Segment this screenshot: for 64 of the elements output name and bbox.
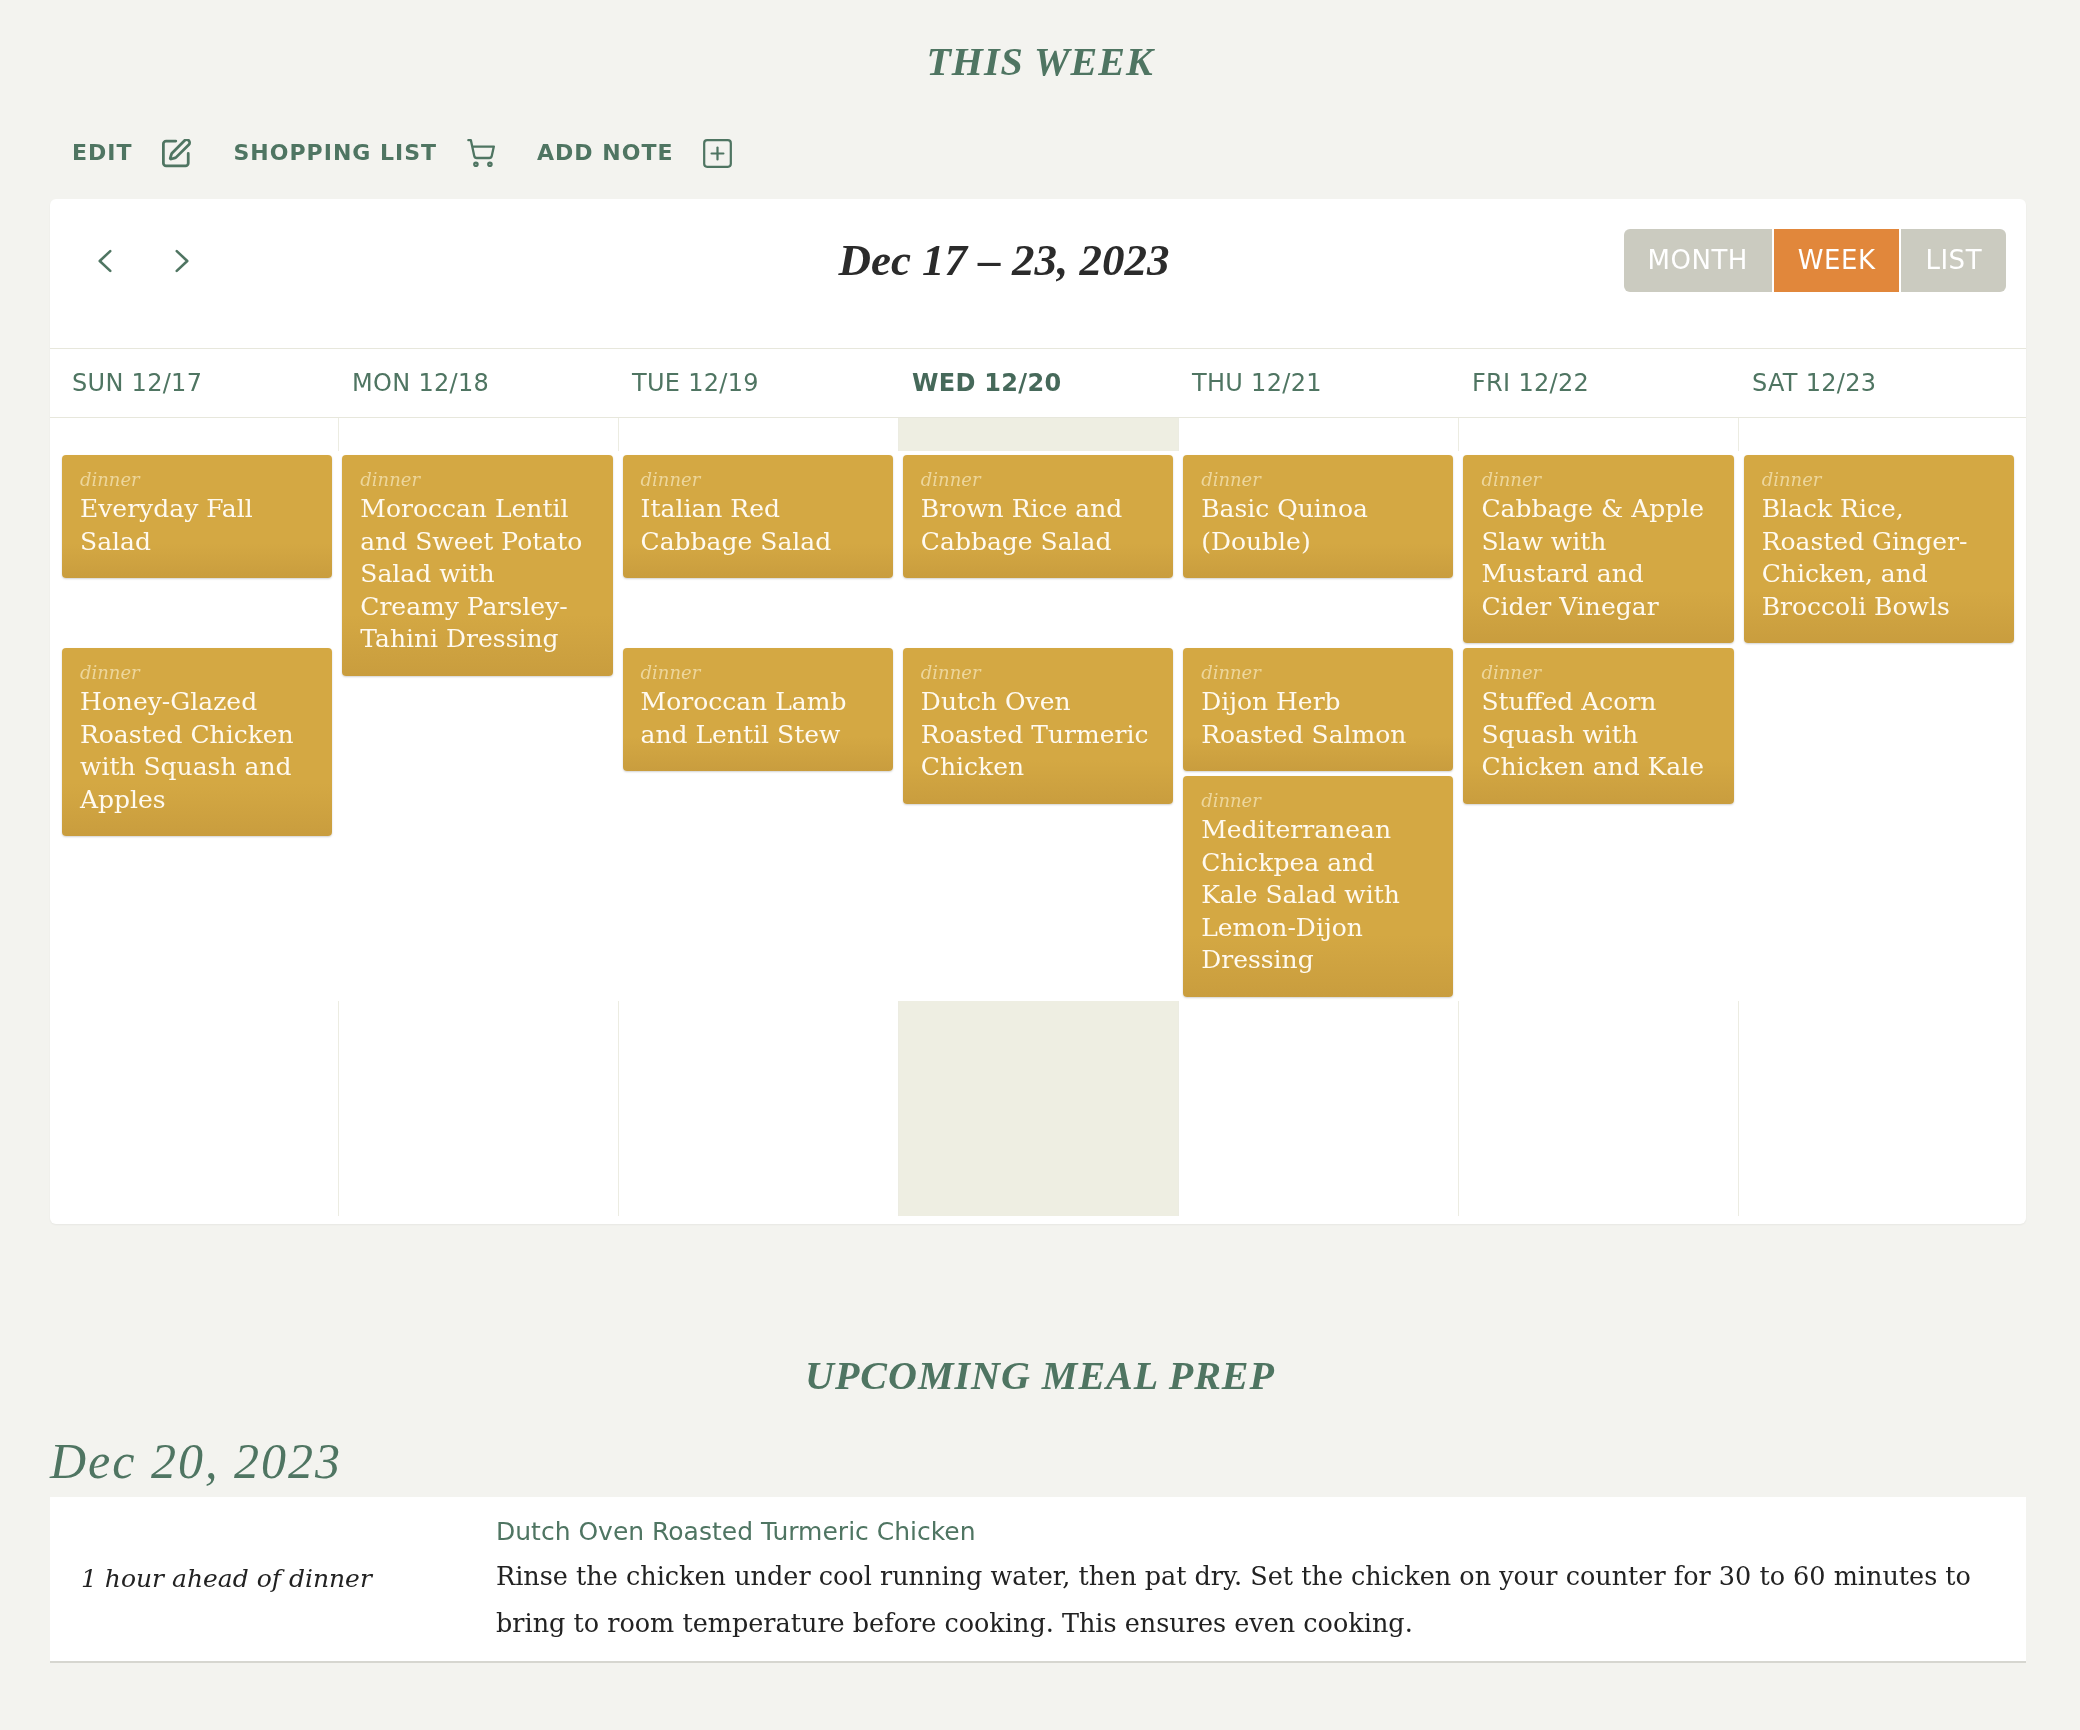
meal-event[interactable]: dinner Cabbage & Apple Slaw with Mustard and Cider Vinegar	[1463, 455, 1734, 643]
day-header: MON 12/18	[352, 369, 490, 397]
meal-title: Black Rice, Roasted Ginger-Chicken, and Broccoli Bowls	[1761, 493, 1969, 623]
meal-event[interactable]: dinner Basic Quinoa (Double)	[1183, 455, 1454, 578]
prep-timing: 1 hour ahead of dinner	[81, 1562, 372, 1595]
section-title: THIS WEEK	[926, 38, 1154, 86]
day-header: TUE 12/19	[632, 369, 759, 397]
meal-type-label: dinner	[920, 468, 983, 492]
meal-event[interactable]: dinner Mediterranean Chickpea and Kale Salad with Lemon-Dijon Dressing	[1183, 776, 1454, 997]
meal-type-label: dinner	[80, 661, 142, 685]
meal-title: Moroccan Lamb and Lentil Stew	[640, 686, 848, 751]
meal-title: Moroccan Lentil and Sweet Potato Salad with Creamy Parsley-Tahini Dressing	[360, 493, 584, 655]
view-tab[interactable]: WEEK	[1773, 229, 1900, 292]
meal-type-label: dinner	[1481, 468, 1543, 492]
plus-square-icon	[703, 138, 733, 168]
meal-event[interactable]: dinner Everyday Fall Salad	[62, 455, 333, 578]
meal-title: Cabbage & Apple Slaw with Mustard and Cider Vinegar	[1481, 493, 1706, 623]
meal-type-label: dinner	[920, 661, 983, 685]
day-header: THU 12/21	[1192, 369, 1322, 397]
meal-type-label: dinner	[640, 468, 702, 492]
meal-event[interactable]: dinner Black Rice, Roasted Ginger-Chicken, and Broccoli Bowls	[1743, 455, 2014, 643]
meal-event[interactable]: dinner Dijon Herb Roasted Salmon	[1183, 648, 1454, 771]
day-header: WED 12/20	[912, 369, 1062, 397]
chevron-right-icon	[175, 248, 189, 273]
view-tab[interactable]: MONTH	[1623, 229, 1772, 292]
chevron-left-icon	[98, 248, 112, 273]
prep-instructions: Rinse the chicken under cool running water, then pat dry. Set the chicken on your counter for 30 to 60 minutes to bring to room temperature before cooking. This ensures even cooking.	[496, 1559, 1972, 1640]
toolbar-button[interactable]: SHOPPING LIST	[233, 138, 496, 168]
meal-title: Dutch Oven Roasted Turmeric Chicken	[920, 686, 1150, 783]
meal-type-label: dinner	[1201, 468, 1263, 492]
day-header: FRI 12/22	[1472, 369, 1590, 397]
meal-event[interactable]: dinner Moroccan Lentil and Sweet Potato Salad with Creamy Parsley-Tahini Dressing	[342, 455, 613, 676]
pencil-square-icon	[162, 138, 192, 168]
toolbar-button[interactable]: ADD NOTE	[537, 138, 733, 168]
meal-type-label: dinner	[1761, 468, 1823, 492]
meal-type-label: dinner	[1201, 789, 1263, 813]
meal-title: Brown Rice and Cabbage Salad	[920, 493, 1124, 558]
prep-date: Dec 20, 2023	[50, 1431, 342, 1491]
recipe-link[interactable]: Dutch Oven Roasted Turmeric Chicken	[496, 1514, 976, 1549]
meal-type-label: dinner	[640, 661, 702, 685]
day-header: SAT 12/23	[1752, 369, 1877, 397]
meal-event[interactable]: dinner Honey-Glazed Roasted Chicken with Squash and Apples	[62, 648, 333, 836]
meal-title: Mediterranean Chickpea and Kale Salad with Lemon-Dijon Dressing	[1201, 814, 1401, 976]
meal-title: Basic Quinoa (Double)	[1201, 493, 1369, 558]
day-header: SUN 12/17	[72, 369, 203, 397]
date-range-title: Dec 17 – 23, 2023	[838, 234, 1170, 287]
meal-event[interactable]: dinner Italian Red Cabbage Salad	[622, 455, 893, 578]
meal-type-label: dinner	[1201, 661, 1263, 685]
meal-event[interactable]: dinner Brown Rice and Cabbage Salad	[902, 455, 1174, 578]
view-tab[interactable]: LIST	[1901, 229, 2006, 292]
section-title: UPCOMING MEAL PREP	[805, 1351, 1275, 1400]
meal-type-label: dinner	[1481, 661, 1543, 685]
meal-title: Italian Red Cabbage Salad	[640, 493, 833, 558]
toolbar-button[interactable]: EDIT	[72, 138, 192, 168]
meal-title: Everyday Fall Salad	[80, 493, 254, 558]
meal-title: Dijon Herb Roasted Salmon	[1201, 686, 1408, 751]
meal-event[interactable]: dinner Dutch Oven Roasted Turmeric Chicken	[902, 648, 1174, 804]
meal-title: Honey-Glazed Roasted Chicken with Squash and Apples	[80, 686, 295, 816]
meal-type-label: dinner	[80, 468, 142, 492]
meal-title: Stuffed Acorn Squash with Chicken and Kale	[1481, 686, 1705, 783]
cart-icon	[467, 138, 496, 168]
meal-type-label: dinner	[360, 468, 422, 492]
meal-event[interactable]: dinner Stuffed Acorn Squash with Chicken and Kale	[1463, 648, 1734, 804]
meal-event[interactable]: dinner Moroccan Lamb and Lentil Stew	[622, 648, 893, 771]
